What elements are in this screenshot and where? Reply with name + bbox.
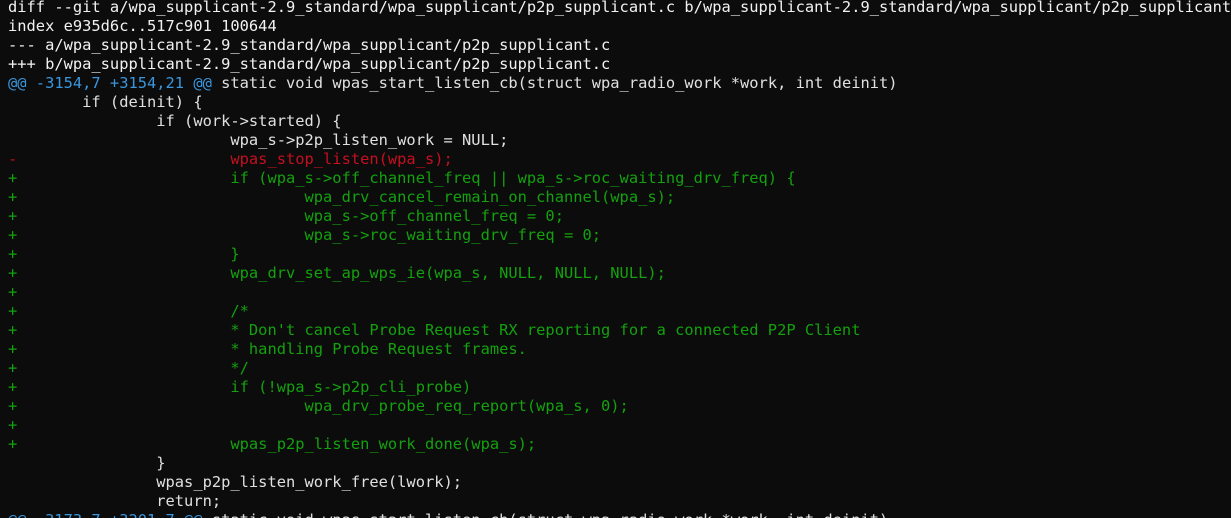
diff-header-line: +++ b/wpa_supplicant-2.9_standard/wpa_su… [8,55,611,73]
diff-added-line: + [8,416,18,434]
diff-added-line: + if (wpa_s->off_channel_freq || wpa_s->… [8,169,796,187]
diff-header-line: diff --git a/wpa_supplicant-2.9_standard… [8,0,1231,16]
diff-context-line: wpas_p2p_listen_work_free(lwork); [8,473,463,491]
diff-added-line: + wpa_drv_set_ap_wps_ie(wpa_s, NULL, NUL… [8,264,666,282]
diff-added-line: + [8,283,18,301]
diff-output: diff --git a/wpa_supplicant-2.9_standard… [8,0,1231,518]
diff-removed-line: - wpas_stop_listen(wpa_s); [8,150,453,168]
diff-context-line: wpa_s->p2p_listen_work = NULL; [8,131,509,149]
diff-context-line: return; [8,492,222,510]
diff-context-line: if (deinit) { [8,93,203,111]
diff-added-line: + wpas_p2p_listen_work_done(wpa_s); [8,435,537,453]
diff-hunk-header: @@ -3154,7 +3154,21 @@ static void wpas_… [8,74,1231,93]
diff-added-line: + if (!wpa_s->p2p_cli_probe) [8,378,472,396]
diff-hunk-header: @@ -3173,7 +3201,7 @@ static void wpas_s… [8,511,1231,518]
diff-added-line: + wpa_drv_probe_req_report(wpa_s, 0); [8,397,629,415]
diff-added-line: + wpa_s->off_channel_freq = 0; [8,207,564,225]
hunk-context: static void wpas_start_listen_cb(struct … [211,74,898,92]
diff-added-line: + } [8,245,240,263]
diff-added-line: + wpa_s->roc_waiting_drv_freq = 0; [8,226,602,244]
hunk-range: @@ -3173,7 +3201,7 @@ [8,511,203,518]
diff-added-line: + * Don't cancel Probe Request RX report… [8,321,861,339]
terminal-window[interactable]: diff --git a/wpa_supplicant-2.9_standard… [0,0,1231,518]
hunk-context: static void wpas_start_listen_cb(struct … [203,511,888,518]
diff-added-line: + */ [8,359,249,377]
diff-added-line: + /* [8,302,249,320]
diff-added-line: + wpa_drv_cancel_remain_on_channel(wpa_s… [8,188,676,206]
hunk-range: @@ -3154,7 +3154,21 @@ [8,74,212,92]
diff-added-line: + * handling Probe Request frames. [8,340,527,358]
diff-context-line: if (work->started) { [8,112,342,130]
diff-context-line: } [8,454,166,472]
diff-header-line: --- a/wpa_supplicant-2.9_standard/wpa_su… [8,36,611,54]
diff-header-line: index e935d6c..517c901 100644 [8,17,277,35]
